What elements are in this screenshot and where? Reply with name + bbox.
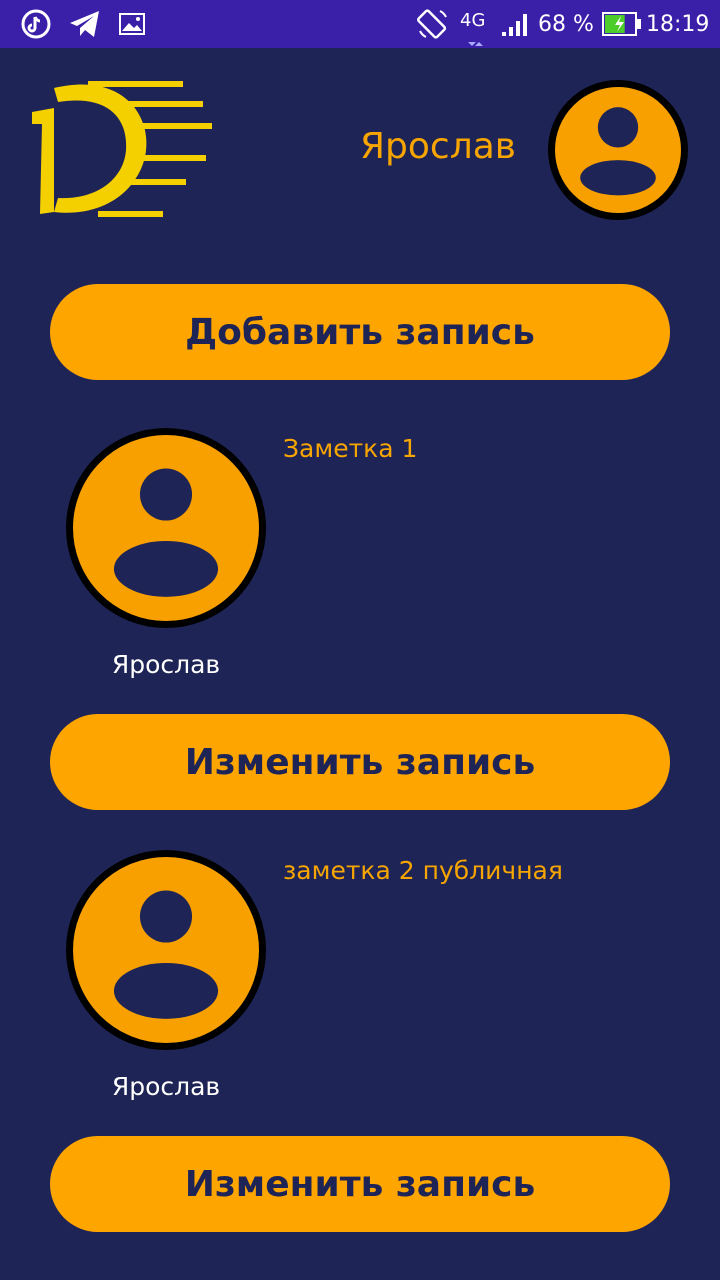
note-title: заметка 2 публичная (283, 856, 563, 885)
user-icon (580, 107, 656, 196)
user-icon (113, 890, 219, 1019)
add-record-button[interactable]: Добавить запись (50, 284, 670, 380)
signal-icon (500, 0, 532, 48)
status-bar: 4G 68 % 18:19 (0, 0, 720, 48)
header-user-name: Ярослав (360, 126, 516, 167)
rotate-icon (416, 0, 450, 48)
telegram-icon (68, 0, 102, 48)
clock: 18:19 (646, 11, 710, 37)
edit-record-button[interactable]: Изменить запись (50, 714, 670, 810)
user-icon (113, 468, 219, 597)
battery-icon (602, 0, 642, 48)
data-arrows-icon (463, 14, 485, 62)
note-title: Заметка 1 (283, 434, 418, 463)
note-author-name: Ярослав (111, 1072, 221, 1101)
battery-percent: 68 % (538, 11, 594, 37)
note-author-avatar (66, 428, 266, 628)
tiktok-icon (20, 0, 52, 48)
profile-avatar[interactable] (548, 80, 688, 220)
d-logo-icon (28, 78, 218, 224)
edit-record-button[interactable]: Изменить запись (50, 1136, 670, 1232)
note-author-avatar (66, 850, 266, 1050)
note-author-name: Ярослав (111, 650, 221, 679)
gallery-icon (118, 0, 146, 48)
